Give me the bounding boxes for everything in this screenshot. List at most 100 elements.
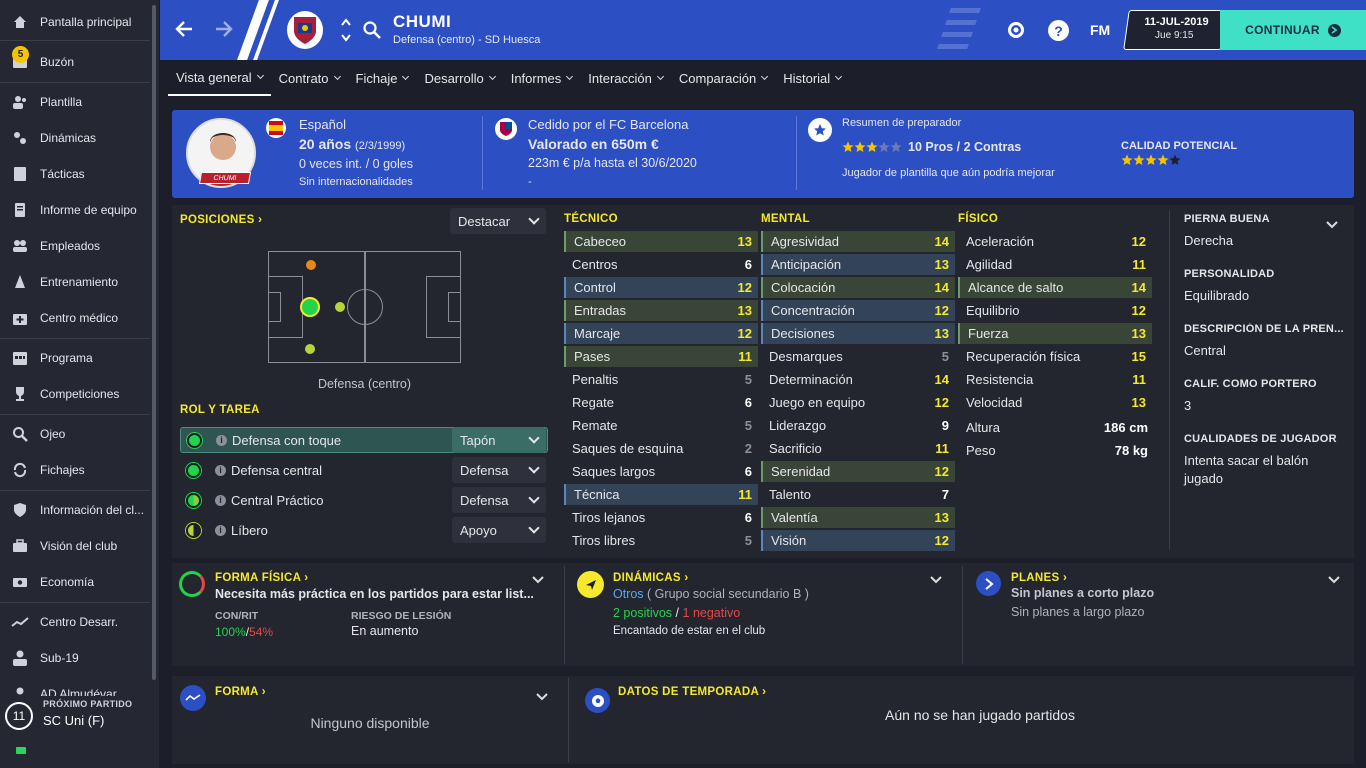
attribute-row[interactable]: Anticipación 13 bbox=[761, 254, 955, 275]
attribute-row[interactable]: Sacrificio 11 bbox=[761, 438, 955, 459]
info-icon[interactable]: i bbox=[215, 464, 226, 476]
tab-item[interactable]: Fichaje bbox=[348, 60, 417, 96]
tab-item[interactable]: Vista general bbox=[168, 60, 271, 96]
highlight-dropdown[interactable]: Destacar bbox=[450, 208, 546, 234]
attribute-row[interactable]: Fuerza 13 bbox=[958, 323, 1152, 344]
tab-item[interactable]: Comparación bbox=[671, 60, 775, 96]
attribute-value: 15 bbox=[1131, 349, 1146, 364]
attribute-row[interactable]: Remate 5 bbox=[564, 415, 758, 436]
sidebar-item-club-info[interactable]: Información del cl... bbox=[0, 492, 150, 528]
attribute-row[interactable]: Determinación 14 bbox=[761, 369, 955, 390]
attribute-row[interactable]: Marcaje 12 bbox=[564, 323, 758, 344]
sidebar-item-staff[interactable]: Empleados bbox=[0, 228, 150, 264]
search-icon[interactable] bbox=[362, 20, 382, 43]
sidebar-item-finances[interactable]: Economía bbox=[0, 564, 150, 600]
attribute-row[interactable]: Serenidad 12 bbox=[761, 461, 955, 482]
sidebar-item-competitions[interactable]: Competiciones bbox=[0, 376, 150, 412]
attribute-row[interactable]: Centros 6 bbox=[564, 254, 758, 275]
forward-arrow-icon[interactable] bbox=[212, 18, 234, 43]
attribute-row[interactable]: Colocación 14 bbox=[761, 277, 955, 298]
sidebar-item-team-report[interactable]: Informe de equipo bbox=[0, 192, 150, 228]
tab-item[interactable]: Historial bbox=[775, 60, 849, 96]
sidebar-item-club-vision[interactable]: Visión del club bbox=[0, 528, 150, 564]
attribute-row[interactable]: Control 12 bbox=[564, 277, 758, 298]
attribute-row[interactable]: Valentía 13 bbox=[761, 507, 955, 528]
attribute-name: Desmarques bbox=[769, 349, 843, 364]
tab-item[interactable]: Informes bbox=[503, 60, 581, 96]
attribute-row[interactable]: Talento 7 bbox=[761, 484, 955, 505]
attribute-row[interactable]: Regate 6 bbox=[564, 392, 758, 413]
chevron-down-icon[interactable] bbox=[532, 573, 544, 588]
social-group-name[interactable]: Otros bbox=[613, 587, 644, 601]
chevron-down-icon[interactable] bbox=[1328, 573, 1340, 588]
chevron-down-icon[interactable] bbox=[930, 573, 942, 588]
continue-button[interactable]: CONTINUAR bbox=[1220, 10, 1366, 50]
u19-team-icon bbox=[0, 649, 40, 667]
sidebar-item-u19[interactable]: Sub-19 bbox=[0, 640, 150, 676]
attribute-row[interactable]: Concentración 12 bbox=[761, 300, 955, 321]
sidebar-item-dev-centre[interactable]: Centro Desarr. bbox=[0, 604, 150, 640]
next-match-widget[interactable]: 11 PRÓXIMO PARTIDO SC Uni (F) bbox=[0, 696, 150, 768]
chevron-down-icon[interactable] bbox=[536, 690, 548, 705]
duty-dropdown[interactable]: Tapón bbox=[452, 427, 546, 453]
dynamics-title[interactable]: DINÁMICAS › bbox=[613, 572, 689, 584]
sidebar-item-schedule[interactable]: Programa bbox=[0, 340, 150, 376]
back-arrow-icon[interactable] bbox=[174, 18, 196, 43]
tab-item[interactable]: Interacción bbox=[580, 60, 671, 96]
world-globe-icon[interactable] bbox=[1006, 20, 1026, 43]
attribute-row[interactable]: Liderazgo 9 bbox=[761, 415, 955, 436]
sidebar-item-training[interactable]: Entrenamiento bbox=[0, 264, 150, 300]
info-icon[interactable]: i bbox=[215, 494, 226, 506]
attribute-row[interactable]: Técnica 11 bbox=[564, 484, 758, 505]
attribute-row[interactable]: Pases 11 bbox=[564, 346, 758, 367]
attribute-row[interactable]: Juego en equipo 12 bbox=[761, 392, 955, 413]
attribute-row[interactable]: Equilibrio 12 bbox=[958, 300, 1152, 321]
club-crest-icon[interactable] bbox=[287, 11, 323, 49]
attribute-row[interactable]: Recuperación física 15 bbox=[958, 346, 1152, 367]
sidebar-item-squad[interactable]: Plantilla bbox=[0, 84, 150, 120]
attribute-value: 12 bbox=[934, 464, 949, 479]
positions-title[interactable]: POSICIONES › bbox=[180, 214, 262, 226]
tab-item[interactable]: Desarrollo bbox=[416, 60, 502, 96]
duty-dropdown[interactable]: Defensa bbox=[452, 457, 546, 483]
attribute-row[interactable]: Entradas 13 bbox=[564, 300, 758, 321]
sidebar-item-medical[interactable]: Centro médico bbox=[0, 300, 150, 336]
duty-dropdown[interactable]: Defensa bbox=[452, 487, 546, 513]
sidebar-item-scouting[interactable]: Ojeo bbox=[0, 416, 150, 452]
attribute-row[interactable]: Visión 12 bbox=[761, 530, 955, 551]
attribute-row[interactable]: Saques largos 6 bbox=[564, 461, 758, 482]
help-icon[interactable]: ? bbox=[1048, 20, 1069, 41]
attribute-row[interactable]: Desmarques 5 bbox=[761, 346, 955, 367]
season-stats-title[interactable]: DATOS DE TEMPORADA › bbox=[618, 686, 766, 698]
attribute-row[interactable]: Cabeceo 13 bbox=[564, 231, 758, 252]
sidebar-item-home[interactable]: Pantalla principal bbox=[0, 4, 150, 40]
attribute-row[interactable]: Agresividad 14 bbox=[761, 231, 955, 252]
plans-title[interactable]: PLANES › bbox=[1011, 572, 1067, 584]
attribute-row[interactable]: Tiros libres 5 bbox=[564, 530, 758, 551]
loan-status: Cedido por el FC Barcelona bbox=[528, 117, 689, 132]
attribute-row[interactable]: Agilidad 11 bbox=[958, 254, 1152, 275]
attribute-row[interactable]: Decisiones 13 bbox=[761, 323, 955, 344]
attribute-row[interactable]: Alcance de salto 14 bbox=[958, 277, 1152, 298]
info-icon[interactable]: i bbox=[215, 524, 226, 536]
attribute-row[interactable]: Aceleración 12 bbox=[958, 231, 1152, 252]
attribute-row[interactable]: Tiros lejanos 6 bbox=[564, 507, 758, 528]
fitness-title[interactable]: FORMA FÍSICA › bbox=[215, 572, 308, 584]
sidebar-item-transfers[interactable]: Fichajes bbox=[0, 452, 150, 488]
sidebar-item-tactics[interactable]: Tácticas bbox=[0, 156, 150, 192]
sidebar-item-dynamics[interactable]: Dinámicas bbox=[0, 120, 150, 156]
form-title[interactable]: FORMA › bbox=[215, 686, 266, 698]
attribute-value: 13 bbox=[1131, 326, 1146, 341]
sidebar-scrollbar[interactable] bbox=[152, 5, 156, 680]
player-switch-chevrons-icon[interactable] bbox=[340, 16, 352, 47]
chevron-down-icon[interactable] bbox=[1326, 218, 1338, 233]
info-icon[interactable]: i bbox=[216, 434, 227, 446]
duty-dropdown[interactable]: Apoyo bbox=[452, 517, 546, 543]
attribute-row[interactable]: Penaltis 5 bbox=[564, 369, 758, 390]
attribute-row[interactable]: Resistencia 11 bbox=[958, 369, 1152, 390]
tab-item[interactable]: Contrato bbox=[271, 60, 348, 96]
attribute-row[interactable]: Saques de esquina 2 bbox=[564, 438, 758, 459]
current-date[interactable]: 11-JUL-2019 Jue 9:15 bbox=[1123, 10, 1227, 50]
fm-menu-logo[interactable]: FM bbox=[1090, 22, 1110, 38]
attribute-row[interactable]: Velocidad 13 bbox=[958, 392, 1152, 413]
